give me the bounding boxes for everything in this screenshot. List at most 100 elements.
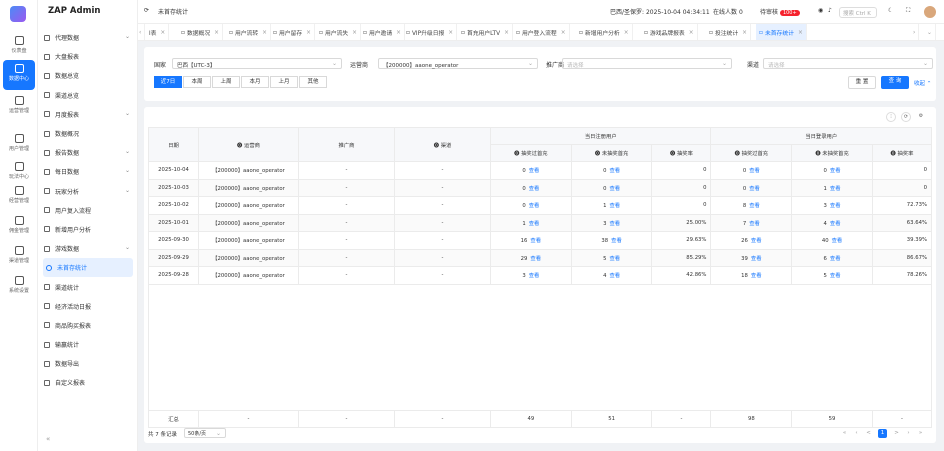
view-link[interactable]: 查看: [530, 238, 541, 244]
tab-6[interactable]: ▫ VIP升级日报 ×: [403, 24, 458, 40]
bell-icon[interactable]: ◉: [818, 7, 823, 14]
view-link[interactable]: 查看: [609, 273, 620, 279]
rail-item-7[interactable]: 渠道管理: [3, 242, 35, 272]
tabs-menu-icon[interactable]: ⌄: [924, 24, 936, 40]
view-link[interactable]: 查看: [609, 221, 620, 227]
view-link[interactable]: 查看: [529, 186, 540, 192]
menu-item-6[interactable]: 报告数据 ⌄: [38, 143, 138, 162]
view-link[interactable]: 查看: [609, 168, 620, 174]
menu-item-10[interactable]: 新增用户分析: [38, 220, 138, 239]
query-button[interactable]: 查 询: [881, 76, 909, 89]
menu-item-2[interactable]: 数据总览: [38, 66, 138, 85]
rail-item-1[interactable]: 数据中心: [3, 60, 35, 90]
date-range-button-1[interactable]: 本周: [183, 76, 211, 88]
view-link[interactable]: 查看: [751, 273, 762, 279]
fullscreen-icon[interactable]: ⛶: [906, 7, 910, 15]
channel-select[interactable]: 请选择 ⌄: [763, 58, 933, 69]
next-pages-icon[interactable]: ›: [904, 429, 913, 438]
view-link[interactable]: 查看: [751, 238, 762, 244]
tab-5[interactable]: ▫ 用户邀请 ×: [360, 24, 405, 40]
close-icon[interactable]: ×: [262, 30, 267, 36]
date-range-button-0[interactable]: 近7日: [154, 76, 182, 88]
view-link[interactable]: 查看: [609, 203, 620, 209]
close-icon[interactable]: ×: [160, 30, 165, 36]
tabs-scroll-right-icon[interactable]: ›: [910, 24, 920, 40]
close-icon[interactable]: ×: [561, 30, 566, 36]
tab-4[interactable]: ▫ 用户流失 ×: [316, 24, 361, 40]
view-link[interactable]: 查看: [529, 273, 540, 279]
menu-item-3[interactable]: 渠道总览: [38, 86, 138, 105]
menu-item-15[interactable]: 商品购买报表: [38, 316, 138, 335]
rail-item-8[interactable]: 系统设置: [3, 272, 35, 302]
menu-item-12[interactable]: 未首存统计: [43, 258, 133, 278]
rail-item-3[interactable]: 用户管理: [3, 130, 35, 160]
rail-item-2[interactable]: 运营管理: [3, 92, 35, 122]
date-range-button-3[interactable]: 本月: [241, 76, 269, 88]
menu-item-13[interactable]: 渠道统计: [38, 277, 138, 296]
view-link[interactable]: 查看: [830, 168, 841, 174]
last-page-icon[interactable]: »: [916, 429, 925, 438]
menu-item-7[interactable]: 每日数据 ⌄: [38, 162, 138, 181]
tab-12[interactable]: ▫ 未首存统计 ×: [756, 24, 807, 40]
menu-item-14[interactable]: 经济活动日报: [38, 297, 138, 316]
menu-item-1[interactable]: 大盘报表: [38, 47, 138, 66]
view-link[interactable]: 查看: [609, 256, 620, 262]
tab-7[interactable]: ▫ 首充用户LTV ×: [458, 24, 513, 40]
tab-1[interactable]: ▫ 数据概况 ×: [178, 24, 223, 40]
menu-item-0[interactable]: 代理数据 ⌄: [38, 28, 138, 47]
view-link[interactable]: 查看: [751, 256, 762, 262]
refresh-icon[interactable]: ⟳: [144, 7, 149, 14]
view-link[interactable]: 查看: [830, 273, 841, 279]
online-users[interactable]: 在线人数 0: [713, 7, 743, 16]
country-select[interactable]: 巴西【UTC-3】 ⌄: [172, 58, 342, 69]
pending-review[interactable]: 待审核 100+: [760, 7, 800, 16]
view-link[interactable]: 查看: [749, 203, 760, 209]
view-link[interactable]: 查看: [749, 221, 760, 227]
menu-item-11[interactable]: 游戏数据 ⌄: [38, 239, 138, 258]
date-range-button-2[interactable]: 上周: [212, 76, 240, 88]
close-icon[interactable]: ×: [396, 30, 401, 36]
collapse-sidebar-icon[interactable]: «: [46, 435, 50, 443]
close-icon[interactable]: ×: [214, 30, 219, 36]
rail-item-5[interactable]: 经营管理: [3, 182, 35, 212]
tab-10[interactable]: ▫ 游戏品牌报表 ×: [641, 24, 698, 40]
close-icon[interactable]: ×: [624, 30, 629, 36]
menu-item-17[interactable]: 数据导出: [38, 354, 138, 373]
date-range-button-4[interactable]: 上月: [270, 76, 298, 88]
view-link[interactable]: 查看: [529, 221, 540, 227]
search-input[interactable]: 搜索 Ctrl K: [839, 7, 877, 18]
close-icon[interactable]: ×: [448, 30, 453, 36]
column-settings-icon[interactable]: ⚙: [916, 112, 926, 122]
tab-11[interactable]: ▫ 投注统计 ×: [706, 24, 751, 40]
view-link[interactable]: 查看: [529, 168, 540, 174]
close-icon[interactable]: ×: [306, 30, 311, 36]
menu-item-9[interactable]: 用户复入流程: [38, 201, 138, 220]
date-range-button-5[interactable]: 其他: [299, 76, 327, 88]
speaker-icon[interactable]: ♪: [828, 7, 832, 14]
rail-item-6[interactable]: 佣金管理: [3, 212, 35, 242]
view-link[interactable]: 查看: [749, 186, 760, 192]
view-link[interactable]: 查看: [830, 186, 841, 192]
reload-icon[interactable]: ⟳: [901, 112, 911, 122]
close-icon[interactable]: ×: [352, 30, 357, 36]
tab-0[interactable]: l表 ×: [146, 24, 170, 40]
collapse-filters-link[interactable]: 收起 ⌃: [914, 79, 931, 87]
operator-select[interactable]: 【200000】aaone_operator ⌄: [378, 58, 538, 69]
next-page-icon[interactable]: >: [892, 429, 901, 438]
prev-page-icon[interactable]: <: [864, 429, 873, 438]
menu-item-4[interactable]: 月度报表 ⌄: [38, 105, 138, 124]
chart-icon[interactable]: ⫶: [886, 112, 896, 122]
avatar[interactable]: [923, 5, 937, 19]
view-link[interactable]: 查看: [611, 238, 622, 244]
view-link[interactable]: 查看: [830, 256, 841, 262]
first-page-icon[interactable]: «: [840, 429, 849, 438]
close-icon[interactable]: ×: [504, 30, 509, 36]
prev-pages-icon[interactable]: ‹: [852, 429, 861, 438]
menu-item-5[interactable]: 数据概况: [38, 124, 138, 143]
menu-item-18[interactable]: 自定义报表: [38, 373, 138, 392]
page-number-current[interactable]: 1: [878, 429, 887, 438]
close-icon[interactable]: ×: [689, 30, 694, 36]
view-link[interactable]: 查看: [530, 256, 541, 262]
view-link[interactable]: 查看: [609, 186, 620, 192]
rail-item-0[interactable]: 仪表盘: [3, 32, 35, 62]
